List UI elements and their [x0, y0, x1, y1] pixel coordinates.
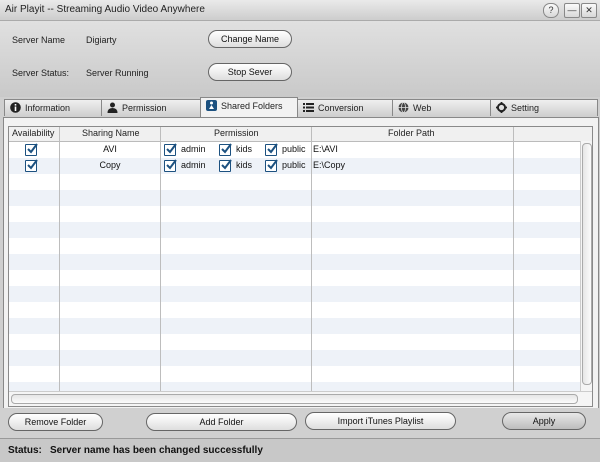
table-row[interactable] [9, 302, 580, 318]
kids-checkbox[interactable] [219, 159, 232, 172]
admin-label: admin [181, 160, 206, 170]
tab-information[interactable]: Information [4, 99, 102, 116]
sharing-name: Copy [99, 160, 121, 170]
kids-label: kids [236, 144, 253, 154]
table-row[interactable]: AVI admin kids public E:\AVI [9, 142, 580, 158]
add-folder-button[interactable]: Add Folder [146, 413, 297, 431]
server-name-value: Digiarty [86, 35, 117, 45]
globe-icon [398, 102, 409, 113]
column-divider [513, 127, 514, 391]
tab-setting-label: Setting [511, 103, 540, 113]
table-row[interactable] [9, 222, 580, 238]
table-row[interactable] [9, 334, 580, 350]
import-itunes-playlist-button[interactable]: Import iTunes Playlist [305, 412, 456, 430]
server-info-area: Server Name Digiarty Change Name Server … [0, 21, 600, 97]
shared-folders-table: Availability Sharing Name Permission Fol… [8, 126, 593, 407]
column-permission[interactable]: Permission [214, 128, 259, 138]
remove-folder-button[interactable]: Remove Folder [8, 413, 103, 431]
window-title: Air Playit -- Streaming Audio Video Anyw… [5, 4, 205, 15]
folder-path: E:\AVI [313, 144, 338, 154]
tab-web[interactable]: Web [392, 99, 491, 116]
table-header: Availability Sharing Name Permission Fol… [9, 127, 592, 142]
horizontal-scroll-thumb[interactable] [11, 394, 578, 404]
column-divider [311, 127, 312, 391]
table-row[interactable] [9, 366, 580, 382]
availability-checkbox[interactable] [25, 143, 38, 156]
shared-folders-panel: Availability Sharing Name Permission Fol… [3, 117, 599, 410]
tab-permission[interactable]: Permission [101, 99, 201, 116]
sharing-name: AVI [103, 144, 117, 154]
kids-checkbox[interactable] [219, 143, 232, 156]
column-availability[interactable]: Availability [12, 128, 54, 138]
server-status-label: Server Status: [12, 68, 70, 78]
minimize-button[interactable]: — [564, 3, 580, 18]
public-checkbox[interactable] [265, 159, 278, 172]
info-icon [10, 102, 21, 113]
list-icon [303, 103, 314, 112]
folder-path: E:\Copy [313, 160, 346, 170]
public-label: public [282, 160, 306, 170]
admin-checkbox[interactable] [164, 159, 177, 172]
close-button[interactable]: ✕ [581, 3, 597, 18]
stop-server-button[interactable]: Stop Sever [208, 63, 292, 81]
tab-conversion-label: Conversion [318, 103, 364, 113]
column-sharing-name[interactable]: Sharing Name [82, 128, 140, 138]
table-row[interactable] [9, 206, 580, 222]
status-message: Server name has been changed successfull… [50, 445, 263, 456]
shared-folder-icon [206, 100, 217, 111]
table-row[interactable] [9, 238, 580, 254]
change-name-button[interactable]: Change Name [208, 30, 292, 48]
kids-label: kids [236, 160, 253, 170]
tab-information-label: Information [25, 103, 71, 113]
help-button[interactable]: ? [543, 3, 559, 18]
gear-icon [496, 102, 507, 113]
title-bar: Air Playit -- Streaming Audio Video Anyw… [0, 0, 600, 21]
admin-checkbox[interactable] [164, 143, 177, 156]
column-folder-path[interactable]: Folder Path [388, 128, 435, 138]
apply-button[interactable]: Apply [502, 412, 586, 430]
admin-label: admin [181, 144, 206, 154]
table-row[interactable] [9, 174, 580, 190]
tab-setting[interactable]: Setting [490, 99, 598, 116]
column-divider [160, 127, 161, 391]
availability-checkbox[interactable] [25, 159, 38, 172]
status-bar: Status: Server name has been changed suc… [0, 438, 600, 462]
user-icon [107, 102, 118, 113]
table-row[interactable] [9, 270, 580, 286]
table-row[interactable]: Copy admin kids public E:\Copy [9, 158, 580, 174]
table-row[interactable] [9, 350, 580, 366]
tab-shared-folders[interactable]: Shared Folders [200, 97, 298, 117]
tab-bar: Information Permission Shared Folders Co… [0, 97, 600, 117]
public-label: public [282, 144, 306, 154]
horizontal-scrollbar[interactable] [9, 391, 592, 406]
status-label: Status: [8, 445, 42, 456]
table-row[interactable] [9, 254, 580, 270]
server-name-label: Server Name [12, 35, 66, 45]
table-row[interactable] [9, 318, 580, 334]
column-divider [59, 127, 60, 391]
tab-web-label: Web [413, 103, 432, 113]
vertical-scroll-thumb[interactable] [582, 143, 592, 385]
vertical-scrollbar[interactable] [580, 141, 592, 391]
table-row[interactable] [9, 286, 580, 302]
action-bar: Remove Folder Add Folder Import iTunes P… [0, 408, 600, 438]
tab-conversion[interactable]: Conversion [297, 99, 393, 116]
server-status-value: Server Running [86, 68, 149, 78]
public-checkbox[interactable] [265, 143, 278, 156]
tab-shared-folders-label: Shared Folders [221, 101, 283, 111]
tab-permission-label: Permission [122, 103, 167, 113]
table-row[interactable] [9, 190, 580, 206]
